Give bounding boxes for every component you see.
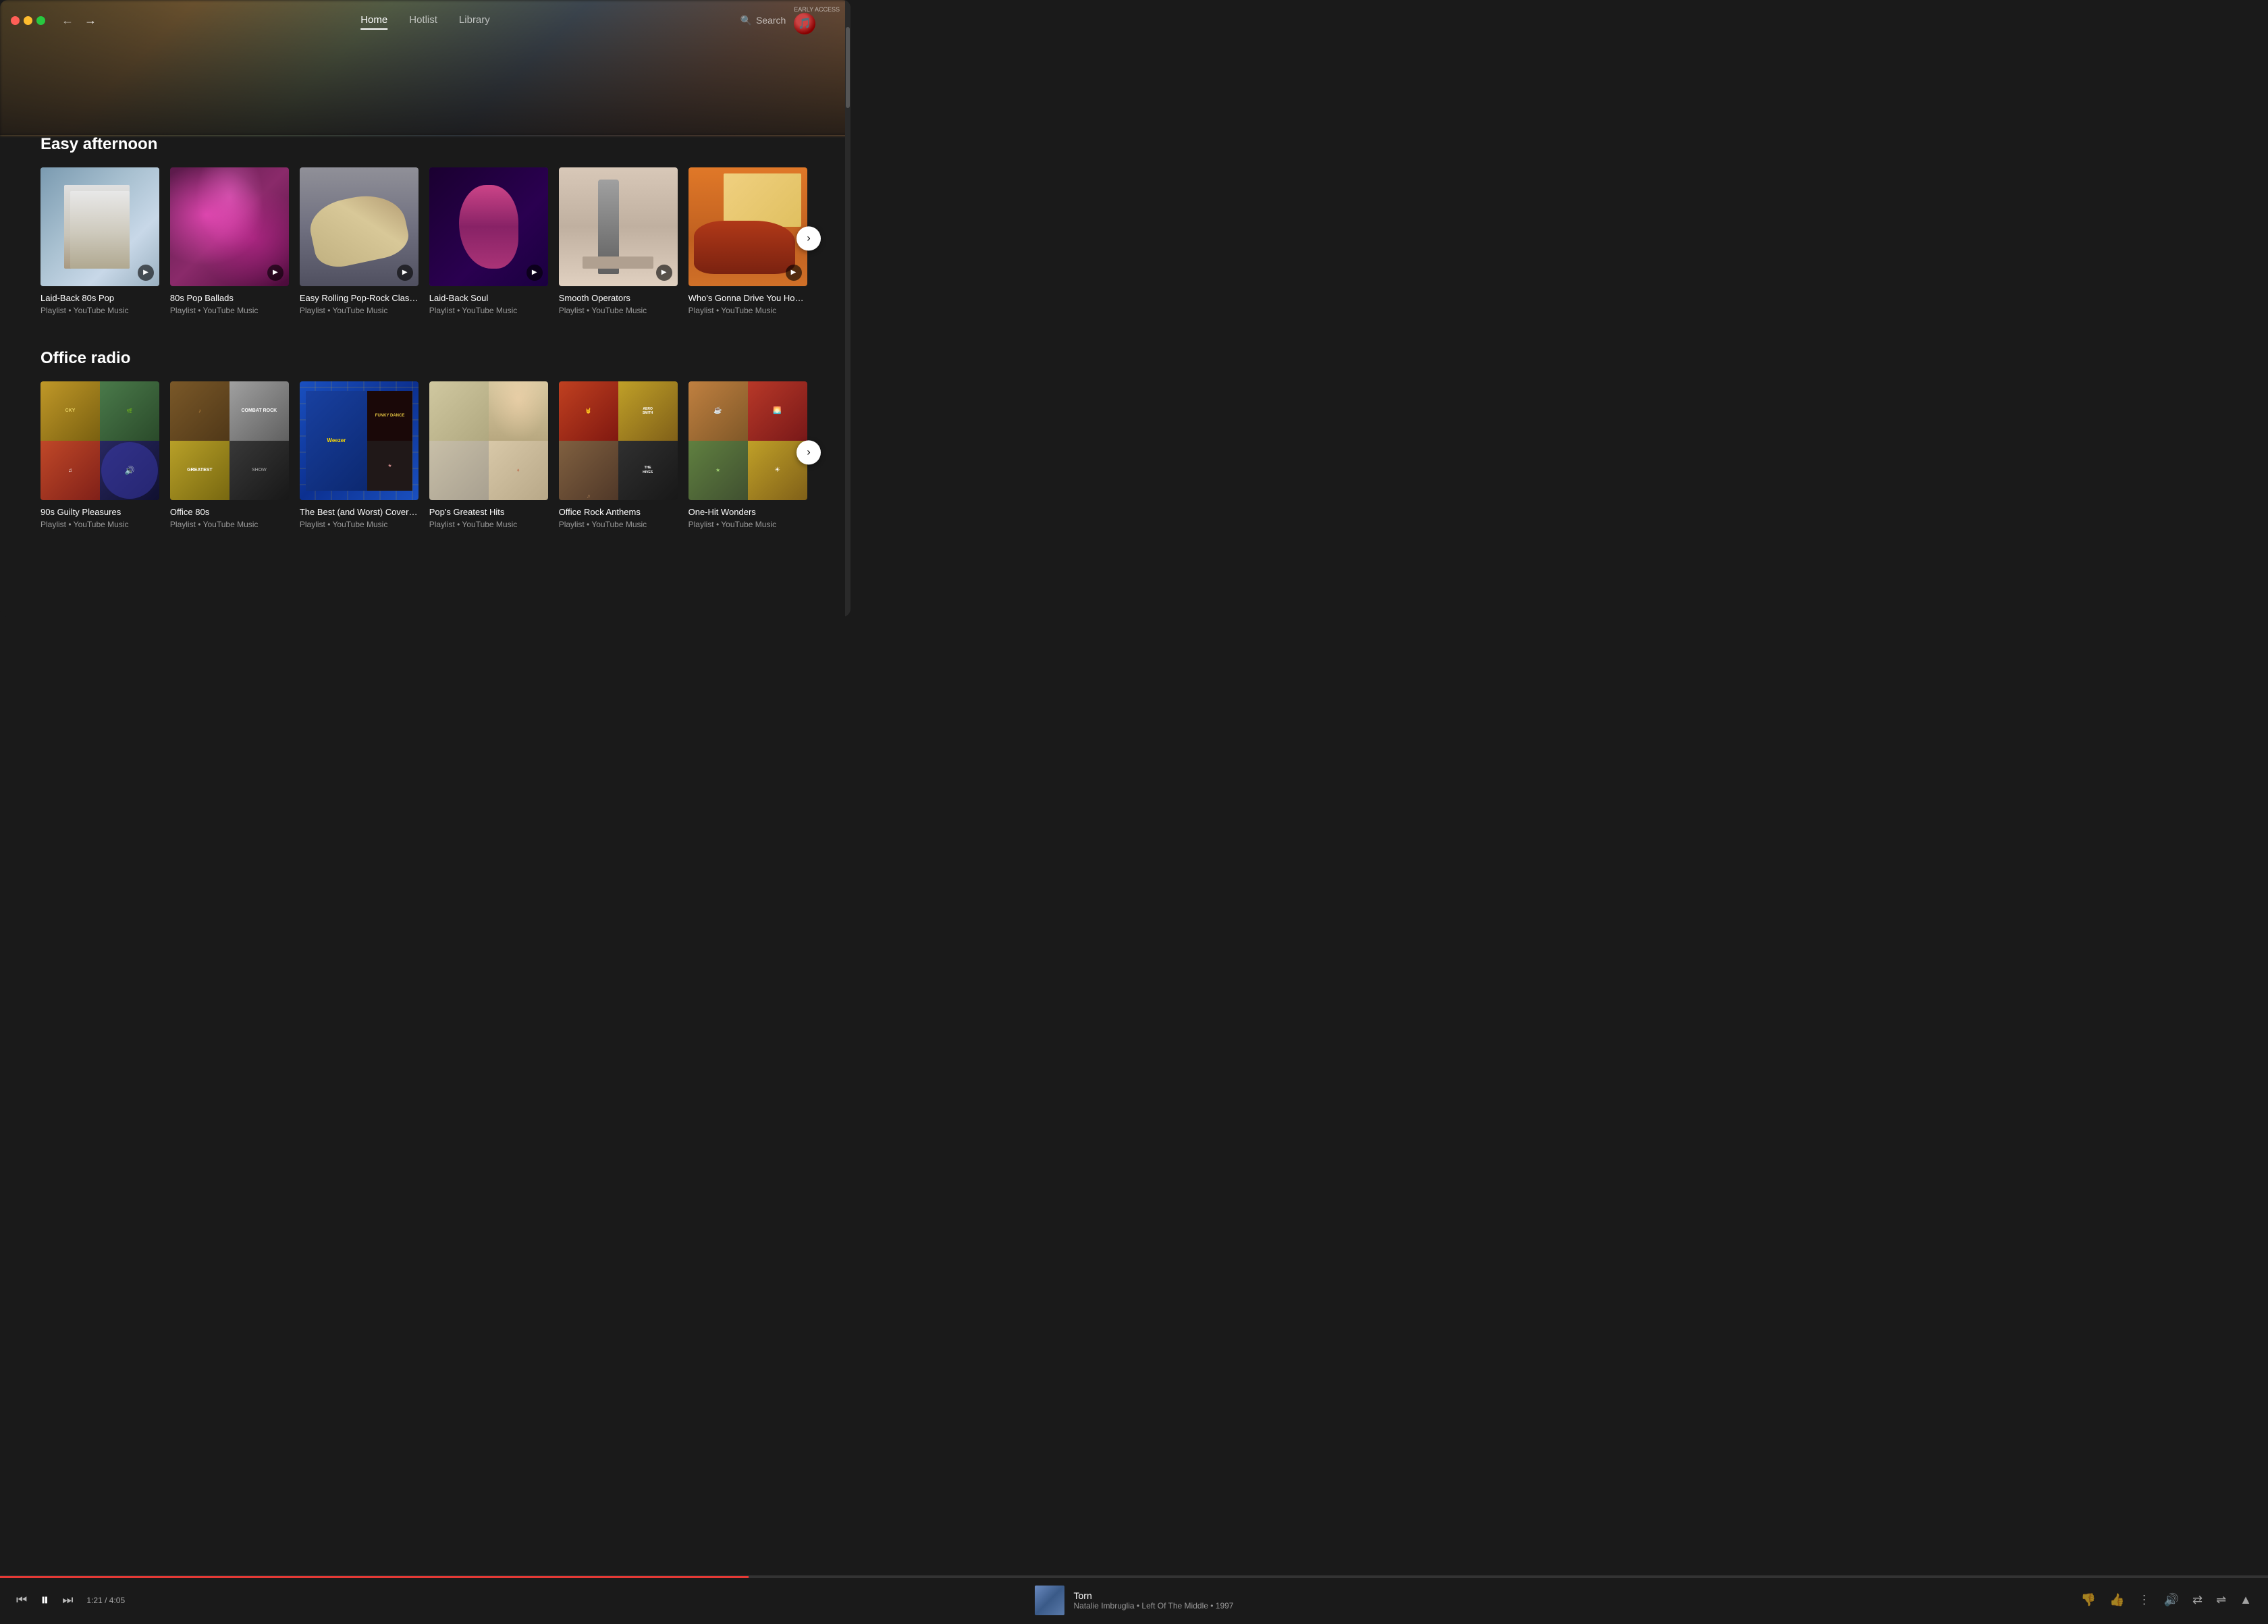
card-subtitle-office-rock: Playlist • YouTube Music (559, 520, 678, 529)
section-title-easy-afternoon: Easy afternoon (40, 135, 157, 154)
back-button[interactable]: ← (59, 12, 76, 29)
play-icon-pop-rock: ▶ (397, 265, 413, 281)
play-icon-laidback-80s: ▶ (138, 265, 154, 281)
card-thumb-laidback-80s-pop: ▶ (40, 167, 159, 286)
section-office-radio: Office radio CKY 🌿 (40, 349, 810, 529)
card-90s-guilty[interactable]: CKY 🌿 ♫ 🔊 (40, 381, 159, 529)
card-subtitle-80s-ballads: Playlist • YouTube Music (170, 306, 289, 315)
window-frame: ← → Home Hotlist Library 🔍 Search EARLY … (0, 0, 850, 617)
tab-library[interactable]: Library (459, 11, 490, 30)
minimize-button[interactable] (24, 16, 32, 25)
card-thumb-office-rock: 🤘 AEROSMITH ♫ (559, 381, 678, 500)
card-thumb-pop-rock: ▶ (300, 167, 418, 286)
card-title-pops-greatest: Pop's Greatest Hits (429, 507, 548, 517)
card-office-rock[interactable]: 🤘 AEROSMITH ♫ (559, 381, 678, 529)
card-subtitle-office-80s: Playlist • YouTube Music (170, 520, 289, 529)
card-title-smooth: Smooth Operators (559, 293, 678, 303)
card-subtitle-pops-greatest: Playlist • YouTube Music (429, 520, 548, 529)
main-content: Easy afternoon ▶ Laid-Back 80s Pop Playl… (0, 135, 850, 617)
section-header-office-radio: Office radio (40, 349, 810, 368)
card-subtitle-90s-guilty: Playlist • YouTube Music (40, 520, 159, 529)
card-subtitle-pop-rock: Playlist • YouTube Music (300, 306, 418, 315)
titlebar: ← → Home Hotlist Library 🔍 Search EARLY … (0, 0, 850, 40)
card-laidback-80s-pop[interactable]: ▶ Laid-Back 80s Pop Playlist • YouTube M… (40, 167, 159, 315)
section-easy-afternoon: Easy afternoon ▶ Laid-Back 80s Pop Playl… (40, 135, 810, 315)
card-subtitle-smooth: Playlist • YouTube Music (559, 306, 678, 315)
tab-home[interactable]: Home (360, 11, 387, 30)
card-title-one-hit: One-Hit Wonders (688, 507, 807, 517)
card-drive-home[interactable]: ▶ Who's Gonna Drive You Home? Playlist •… (688, 167, 807, 315)
scrollbar-thumb (846, 27, 850, 108)
card-laidback-soul[interactable]: ▶ Laid-Back Soul Playlist • YouTube Musi… (429, 167, 548, 315)
card-thumb-cover-versions: Weezer FUNKY DANCE ★ (300, 381, 418, 500)
card-thumb-80s-ballads: ▶ (170, 167, 289, 286)
card-office-80s[interactable]: ♪ COMBAT ROCK GREATEST SHOW (170, 381, 289, 529)
fullscreen-button[interactable] (36, 16, 45, 25)
card-title-drive: Who's Gonna Drive You Home? (688, 293, 807, 303)
card-pops-greatest[interactable]: ♦ Pop's Greatest Hits Playlist • YouTube… (429, 381, 548, 529)
cards-row-office-radio: CKY 🌿 ♫ 🔊 (40, 381, 810, 529)
forward-button[interactable]: → (82, 12, 99, 29)
card-title-office-80s: Office 80s (170, 507, 289, 517)
card-thumb-90s-guilty: CKY 🌿 ♫ 🔊 (40, 381, 159, 500)
section-title-office-radio: Office radio (40, 349, 130, 368)
play-icon-smooth: ▶ (656, 265, 672, 281)
cards-container-office-radio: CKY 🌿 ♫ 🔊 (40, 381, 810, 529)
avatar[interactable]: 🎵 (794, 13, 815, 34)
play-icon-80s-ballads: ▶ (267, 265, 284, 281)
card-title-office-rock: Office Rock Anthems (559, 507, 678, 517)
play-icon-drive: ▶ (786, 265, 802, 281)
card-80s-ballads[interactable]: ▶ 80s Pop Ballads Playlist • YouTube Mus… (170, 167, 289, 315)
carousel-next-easy-afternoon[interactable]: › (796, 227, 821, 251)
carousel-next-office-radio[interactable]: › (796, 441, 821, 465)
card-subtitle-soul: Playlist • YouTube Music (429, 306, 548, 315)
close-button[interactable] (11, 16, 20, 25)
scrollbar[interactable] (845, 0, 850, 617)
card-thumb-drive: ▶ (688, 167, 807, 286)
card-title-cover-versions: The Best (and Worst) Cover Versions of A… (300, 507, 418, 517)
nav-right: 🔍 Search EARLY ACCESS 🎵 (740, 6, 840, 35)
play-icon-soul: ▶ (526, 265, 543, 281)
card-thumb-laidback-soul: ▶ (429, 167, 548, 286)
avatar-image: 🎵 (794, 13, 815, 34)
card-cover-versions[interactable]: Weezer FUNKY DANCE ★ The Best (and Worst… (300, 381, 418, 529)
card-subtitle-one-hit: Playlist • YouTube Music (688, 520, 807, 529)
nav-tabs: Home Hotlist Library (360, 11, 490, 30)
card-pop-rock[interactable]: ▶ Easy Rolling Pop-Rock Classics Playlis… (300, 167, 418, 315)
card-smooth-operators[interactable]: ▶ Smooth Operators Playlist • YouTube Mu… (559, 167, 678, 315)
card-thumb-office-80s: ♪ COMBAT ROCK GREATEST SHOW (170, 381, 289, 500)
card-title-90s-guilty: 90s Guilty Pleasures (40, 507, 159, 517)
search-area[interactable]: 🔍 Search (740, 15, 786, 26)
cards-container-easy-afternoon: ▶ Laid-Back 80s Pop Playlist • YouTube M… (40, 167, 810, 315)
card-title-soul: Laid-Back Soul (429, 293, 548, 303)
tab-hotlist[interactable]: Hotlist (409, 11, 437, 30)
card-title-80s-ballads: 80s Pop Ballads (170, 293, 289, 303)
card-subtitle-laidback-80s: Playlist • YouTube Music (40, 306, 159, 315)
card-title-pop-rock: Easy Rolling Pop-Rock Classics (300, 293, 418, 303)
card-one-hit[interactable]: ☕ 🌅 ★ ☀ (688, 381, 807, 529)
card-subtitle-cover-versions: Playlist • YouTube Music (300, 520, 418, 529)
nav-arrows: ← → (59, 12, 99, 29)
section-header-easy-afternoon: Easy afternoon (40, 135, 810, 154)
early-access-label: EARLY ACCESS (794, 6, 840, 13)
card-subtitle-drive: Playlist • YouTube Music (688, 306, 807, 315)
search-label: Search (756, 15, 786, 26)
search-icon: 🔍 (740, 15, 752, 26)
card-thumb-smooth: ▶ (559, 167, 678, 286)
card-title-laidback-80s: Laid-Back 80s Pop (40, 293, 159, 303)
cards-row-easy-afternoon: ▶ Laid-Back 80s Pop Playlist • YouTube M… (40, 167, 810, 315)
traffic-lights (11, 16, 45, 25)
card-thumb-pops-greatest: ♦ (429, 381, 548, 500)
card-thumb-one-hit: ☕ 🌅 ★ ☀ (688, 381, 807, 500)
